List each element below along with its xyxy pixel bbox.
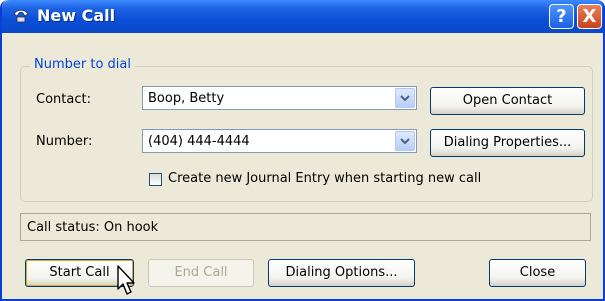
group-label: Number to dial xyxy=(30,57,135,72)
chevron-down-icon[interactable] xyxy=(395,131,415,151)
contact-combobox[interactable]: Boop, Betty xyxy=(142,86,417,110)
close-button[interactable]: Close xyxy=(489,259,586,287)
close-window-button[interactable]: X xyxy=(577,4,602,29)
open-contact-button[interactable]: Open Contact xyxy=(430,87,585,115)
help-button[interactable]: ? xyxy=(549,4,574,29)
close-icon: X xyxy=(582,6,597,27)
chevron-down-icon[interactable] xyxy=(395,88,415,108)
number-combobox[interactable]: (404) 444-4444 xyxy=(142,129,417,153)
window-title: New Call xyxy=(37,6,116,25)
contact-label: Contact: xyxy=(36,92,91,107)
dialing-options-button[interactable]: Dialing Options... xyxy=(268,259,415,287)
number-value: (404) 444-4444 xyxy=(148,134,250,149)
dialing-properties-button[interactable]: Dialing Properties... xyxy=(430,129,585,157)
journal-checkbox-label[interactable]: Create new Journal Entry when starting n… xyxy=(168,171,481,186)
help-icon: ? xyxy=(556,6,567,27)
title-bar[interactable]: New Call ? X xyxy=(2,0,603,33)
call-status-bar: Call status: On hook xyxy=(20,213,591,241)
mouse-pointer-icon xyxy=(117,265,135,295)
end-call-button[interactable]: End Call xyxy=(148,259,254,287)
contact-value: Boop, Betty xyxy=(148,91,225,106)
new-call-window: New Call ? X Number to dial Contact: Boo… xyxy=(0,0,605,301)
number-label: Number: xyxy=(36,134,93,149)
call-status-text: Call status: On hook xyxy=(27,220,159,235)
journal-checkbox[interactable] xyxy=(149,173,162,186)
phone-icon xyxy=(13,9,29,23)
